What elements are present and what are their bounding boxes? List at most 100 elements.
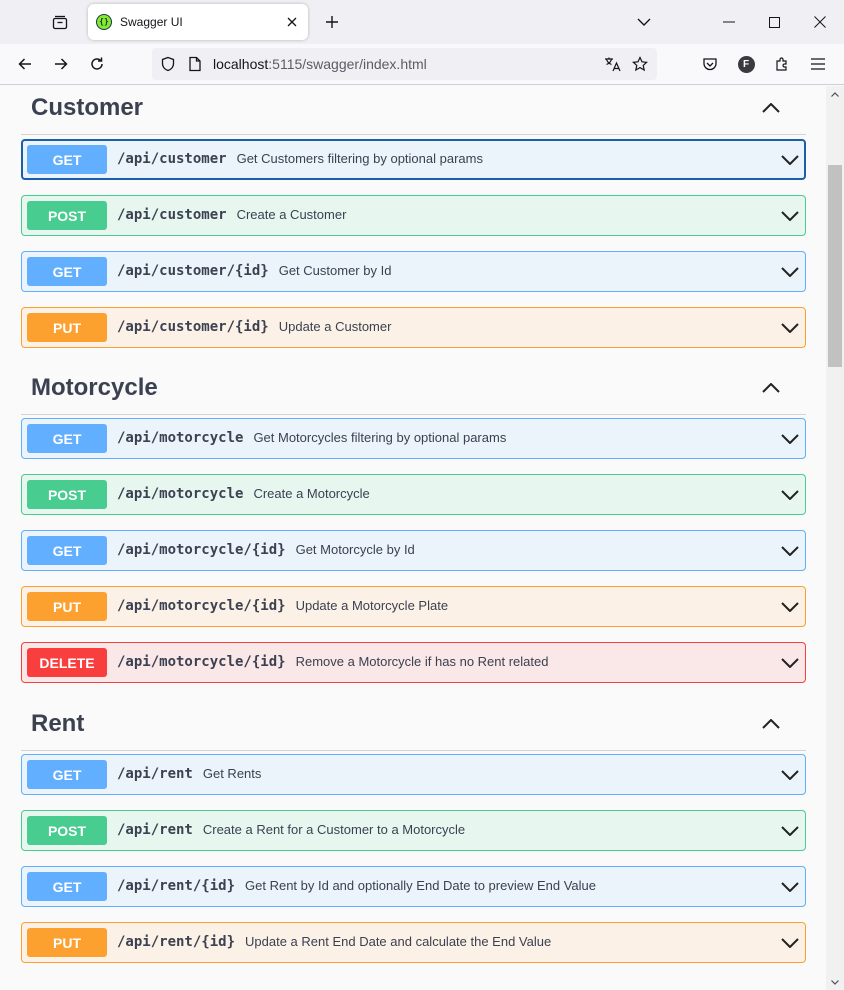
tab-list-icon[interactable] — [44, 6, 76, 38]
collapse-chevron-up-icon[interactable] — [756, 712, 786, 736]
operation-path: /api/motorcycle/{id} Get Motorcycle by Id — [117, 542, 415, 558]
section-header-customer[interactable]: Customer — [21, 86, 806, 135]
expand-chevron-down-icon[interactable] — [779, 652, 801, 674]
expand-chevron-down-icon[interactable] — [779, 820, 801, 842]
operation-summary: Create a Motorcycle — [253, 486, 370, 501]
page-scrollbar[interactable] — [826, 86, 844, 990]
scroll-up-arrow-icon[interactable] — [826, 86, 844, 102]
method-badge: PUT — [27, 313, 107, 342]
translate-icon[interactable] — [601, 52, 625, 76]
operation-block[interactable]: DELETE /api/motorcycle/{id} Remove a Moto… — [21, 642, 806, 683]
method-badge: GET — [27, 536, 107, 565]
scrollbar-thumb[interactable] — [828, 165, 842, 367]
expand-chevron-down-icon[interactable] — [779, 764, 801, 786]
close-tab-icon[interactable] — [280, 10, 304, 34]
reload-icon[interactable] — [81, 48, 113, 80]
operation-block[interactable]: POST /api/rent Create a Rent for a Custom… — [21, 810, 806, 851]
method-badge: PUT — [27, 592, 107, 621]
expand-chevron-down-icon[interactable] — [779, 484, 801, 506]
method-badge: DELETE — [27, 648, 107, 677]
bookmark-star-icon[interactable] — [628, 52, 652, 76]
path-text: /api/customer — [117, 207, 227, 223]
extension-f-icon[interactable]: F — [730, 48, 762, 80]
operation-path: /api/customer Create a Customer — [117, 207, 346, 223]
section-header-motorcycle[interactable]: Motorcycle — [21, 366, 806, 415]
collapse-chevron-up-icon[interactable] — [756, 96, 786, 120]
extension-f-label: F — [737, 55, 755, 73]
operation-block[interactable]: GET /api/motorcycle Get Motorcycles filte… — [21, 418, 806, 459]
operation-block[interactable]: GET /api/customer Get Customers filtering… — [21, 139, 806, 180]
page-info-icon[interactable] — [183, 52, 207, 76]
close-window-icon[interactable] — [797, 0, 843, 44]
section-header-rent[interactable]: Rent — [21, 702, 806, 751]
section-title: Customer — [31, 94, 144, 121]
back-icon[interactable] — [9, 48, 41, 80]
operation-block[interactable]: GET /api/rent Get Rents — [21, 754, 806, 795]
new-tab-icon[interactable] — [316, 6, 348, 38]
path-text: /api/motorcycle — [117, 486, 244, 502]
path-text: /api/rent — [117, 766, 193, 782]
expand-chevron-down-icon[interactable] — [779, 149, 801, 171]
operation-block[interactable]: PUT /api/motorcycle/{id} Update a Motorcy… — [21, 586, 806, 627]
url-bar[interactable]: localhost:5115/swagger/index.html — [152, 48, 657, 80]
operation-block[interactable]: GET /api/motorcycle/{id} Get Motorcycle b… — [21, 530, 806, 571]
operation-summary: Get Customer by Id — [278, 263, 392, 278]
operation-block[interactable]: POST /api/motorcycle Create a Motorcycle — [21, 474, 806, 515]
path-text: /api/rent/{id} — [117, 878, 236, 894]
method-badge: POST — [27, 480, 107, 509]
method-badge: PUT — [27, 928, 107, 957]
swagger-page: Customer GET /api/customer Get Customers … — [0, 86, 826, 990]
section-title: Motorcycle — [31, 374, 158, 401]
method-badge: GET — [27, 760, 107, 789]
operation-path: /api/rent Get Rents — [117, 766, 261, 782]
minimize-icon[interactable] — [706, 0, 752, 44]
expand-chevron-down-icon[interactable] — [779, 540, 801, 562]
expand-chevron-down-icon[interactable] — [779, 261, 801, 283]
operation-block[interactable]: PUT /api/rent/{id} Update a Rent End Date… — [21, 922, 806, 963]
operation-block[interactable]: GET /api/rent/{id} Get Rent by Id and opt… — [21, 866, 806, 907]
browser-tab[interactable]: {} Swagger UI — [88, 4, 308, 40]
operation-path: /api/customer Get Customers filtering by … — [117, 151, 483, 167]
maximize-icon[interactable] — [751, 0, 797, 44]
menu-hamburger-icon[interactable] — [802, 48, 834, 80]
expand-chevron-down-icon[interactable] — [779, 596, 801, 618]
list-all-tabs-icon[interactable] — [628, 6, 660, 38]
operation-path: /api/rent Create a Rent for a Customer to… — [117, 822, 465, 838]
forward-icon[interactable] — [45, 48, 77, 80]
tab-title: Swagger UI — [120, 15, 183, 29]
section-title: Rent — [31, 710, 85, 737]
url-text: localhost:5115/swagger/index.html — [213, 56, 427, 72]
pocket-icon[interactable] — [694, 48, 726, 80]
extensions-puzzle-icon[interactable] — [766, 48, 798, 80]
operation-path: /api/motorcycle/{id} Remove a Motorcycle … — [117, 654, 548, 670]
operation-path: /api/rent/{id} Get Rent by Id and optiona… — [117, 878, 596, 894]
shield-icon[interactable] — [156, 52, 180, 76]
tab-bar: {} Swagger UI — [0, 0, 844, 44]
operation-path: /api/rent/{id} Update a Rent End Date and… — [117, 934, 551, 950]
operation-summary: Get Rent by Id and optionally End Date t… — [245, 878, 596, 893]
method-badge: GET — [27, 872, 107, 901]
operation-summary: Update a Customer — [278, 319, 392, 334]
operation-summary: Get Customers filtering by optional para… — [236, 151, 483, 166]
operation-summary: Get Motorcycles filtering by optional pa… — [253, 430, 507, 445]
swagger-favicon-icon: {} — [96, 14, 112, 30]
operation-summary: Create a Customer — [236, 207, 347, 222]
expand-chevron-down-icon[interactable] — [779, 876, 801, 898]
path-text: /api/customer — [117, 151, 227, 167]
expand-chevron-down-icon[interactable] — [779, 932, 801, 954]
operation-block[interactable]: POST /api/customer Create a Customer — [21, 195, 806, 236]
operation-summary: Update a Rent End Date and calculate the… — [245, 934, 552, 949]
scroll-down-arrow-icon[interactable] — [826, 974, 844, 990]
navigation-bar: localhost:5115/swagger/index.html F — [0, 44, 844, 85]
path-text: /api/rent/{id} — [117, 934, 236, 950]
operation-block[interactable]: PUT /api/customer/{id} Update a Customer — [21, 307, 806, 348]
url-path: :5115/swagger/index.html — [268, 56, 427, 72]
expand-chevron-down-icon[interactable] — [779, 428, 801, 450]
operation-summary: Create a Rent for a Customer to a Motorc… — [202, 822, 466, 837]
expand-chevron-down-icon[interactable] — [779, 317, 801, 339]
operation-path: /api/customer/{id} Update a Customer — [117, 319, 391, 335]
expand-chevron-down-icon[interactable] — [779, 205, 801, 227]
operation-block[interactable]: GET /api/customer/{id} Get Customer by Id — [21, 251, 806, 292]
url-host: localhost — [213, 56, 269, 72]
collapse-chevron-up-icon[interactable] — [756, 376, 786, 400]
